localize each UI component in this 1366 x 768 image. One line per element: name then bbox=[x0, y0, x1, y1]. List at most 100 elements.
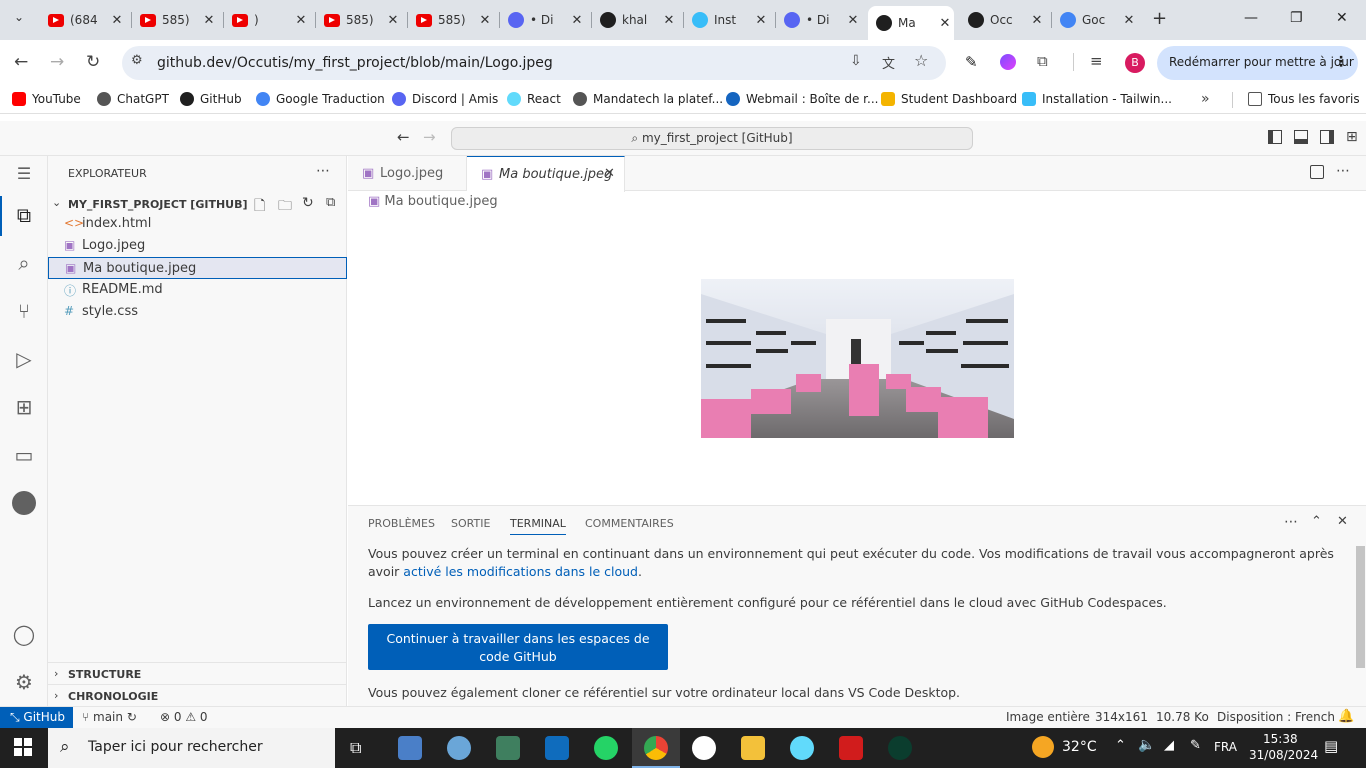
new-tab-button[interactable]: + bbox=[1152, 8, 1167, 29]
file-tree-item[interactable]: ⓘ README.md bbox=[48, 279, 347, 301]
close-window-icon[interactable]: ✕ bbox=[1336, 10, 1348, 26]
url-text[interactable]: github.dev/Occutis/my_first_project/blob… bbox=[157, 55, 553, 71]
clock-time[interactable]: 15:38 bbox=[1263, 732, 1298, 746]
file-tree-item[interactable]: <> index.html bbox=[48, 213, 347, 235]
image-zoom-status[interactable]: Image entière bbox=[1006, 710, 1090, 724]
file-tree-item[interactable]: ▣ Logo.jpeg bbox=[48, 235, 347, 257]
close-tab-icon[interactable]: ✕ bbox=[1028, 13, 1046, 28]
panel-tab[interactable]: SORTIE bbox=[451, 517, 490, 530]
cloud-changes-link[interactable]: activé les modifications dans le cloud bbox=[403, 564, 638, 579]
bookmark-star-icon[interactable]: ☆ bbox=[914, 51, 928, 70]
settings-gear-icon[interactable]: ⚙ bbox=[12, 670, 36, 694]
editor-tab-logo[interactable]: ▣ Logo.jpeg bbox=[348, 156, 467, 191]
bookmark-item[interactable]: YouTube bbox=[12, 92, 81, 106]
browser-tab[interactable]: ) ✕ bbox=[224, 6, 310, 34]
taskbar-react-icon[interactable] bbox=[790, 736, 814, 760]
bookmark-item[interactable]: Webmail : Boîte de r... bbox=[726, 92, 878, 106]
extension-copilot-icon[interactable] bbox=[1000, 54, 1016, 70]
search-icon[interactable]: ⌕ bbox=[12, 251, 36, 275]
outline-section-header[interactable]: › STRUCTURE bbox=[48, 662, 347, 684]
browser-tab[interactable]: khal ✕ bbox=[592, 6, 678, 34]
accounts-icon[interactable]: ◯ bbox=[12, 622, 36, 646]
reload-icon[interactable]: ↻ bbox=[86, 52, 100, 72]
nav-forward-icon[interactable]: → bbox=[423, 128, 436, 146]
remote-indicator[interactable]: ⤡ GitHub bbox=[0, 707, 73, 728]
install-app-icon[interactable]: ⇩ bbox=[850, 53, 862, 69]
more-bookmarks-icon[interactable]: » bbox=[1201, 91, 1210, 107]
menu-kebab-icon[interactable]: ⋮ bbox=[1334, 54, 1348, 70]
breadcrumb[interactable]: ▣ Ma boutique.jpeg bbox=[368, 194, 498, 209]
toggle-secondary-sidebar-icon[interactable] bbox=[1320, 130, 1334, 144]
close-tab-icon[interactable]: ✕ bbox=[292, 13, 310, 28]
editor-more-icon[interactable]: ⋯ bbox=[1336, 163, 1350, 179]
close-tab-icon[interactable]: ✕ bbox=[108, 13, 126, 28]
update-restart-button[interactable]: Redémarrer pour mettre à jour ⋮ bbox=[1157, 46, 1358, 80]
browser-tab[interactable]: Goc ✕ bbox=[1052, 6, 1138, 34]
minimize-icon[interactable]: — bbox=[1244, 10, 1258, 26]
close-panel-icon[interactable]: ✕ bbox=[1337, 514, 1348, 529]
taskbar-search-box[interactable]: ⌕ Taper ici pour rechercher bbox=[48, 728, 335, 768]
pen-icon[interactable]: ✎ bbox=[1190, 738, 1201, 753]
browser-tab[interactable]: Ma ✕ bbox=[868, 6, 954, 40]
browser-tab[interactable]: • Di ✕ bbox=[776, 6, 862, 34]
editor-tab-ma-boutique[interactable]: ▣ Ma boutique.jpeg ✕ bbox=[467, 156, 625, 192]
browser-tab[interactable]: 585) ✕ bbox=[408, 6, 494, 34]
refresh-icon[interactable]: ↻ bbox=[302, 195, 314, 211]
close-tab-icon[interactable]: ✕ bbox=[752, 13, 770, 28]
close-tab-icon[interactable]: ✕ bbox=[1120, 13, 1138, 28]
translate-icon[interactable]: 文 bbox=[882, 53, 895, 72]
remote-explorer-icon[interactable]: ▭ bbox=[12, 443, 36, 467]
input-language[interactable]: FRA bbox=[1214, 740, 1237, 754]
close-tab-icon[interactable]: ✕ bbox=[660, 13, 678, 28]
eyedropper-icon[interactable]: ✎ bbox=[965, 53, 978, 71]
explorer-files-icon[interactable]: ⧉ bbox=[12, 203, 36, 227]
taskbar-mongodb-icon[interactable] bbox=[888, 736, 912, 760]
omnibox[interactable]: ⚙ github.dev/Occutis/my_first_project/bl… bbox=[122, 46, 946, 80]
tab-search-button[interactable]: ⌄ bbox=[8, 10, 30, 30]
branch-indicator[interactable]: ⑂ main ↻ bbox=[82, 710, 137, 724]
sync-icon[interactable]: ↻ bbox=[123, 710, 137, 724]
source-control-icon[interactable]: ⑂ bbox=[12, 299, 36, 323]
taskbar-outlook-icon[interactable] bbox=[545, 736, 569, 760]
file-tree-item[interactable]: # style.css bbox=[48, 301, 347, 323]
close-tab-icon[interactable]: ✕ bbox=[844, 13, 862, 28]
site-info-icon[interactable]: ⚙ bbox=[131, 53, 143, 68]
file-tree-item[interactable]: ▣ Ma boutique.jpeg bbox=[48, 257, 347, 279]
browser-tab[interactable]: (684 ✕ bbox=[40, 6, 126, 34]
bookmark-item[interactable]: ChatGPT bbox=[97, 92, 169, 106]
bookmark-item[interactable]: Mandatech la platef... bbox=[573, 92, 723, 106]
taskbar-file-explorer-icon[interactable] bbox=[741, 736, 765, 760]
volume-icon[interactable]: 🔈 bbox=[1138, 737, 1155, 753]
close-tab-icon[interactable]: ✕ bbox=[568, 13, 586, 28]
github-icon[interactable] bbox=[12, 491, 36, 515]
panel-tab[interactable]: TERMINAL bbox=[510, 517, 566, 535]
browser-tab[interactable]: Inst ✕ bbox=[684, 6, 770, 34]
close-tab-icon[interactable]: ✕ bbox=[384, 13, 402, 28]
forward-icon[interactable]: → bbox=[50, 52, 64, 72]
nav-back-icon[interactable]: ← bbox=[397, 128, 410, 146]
action-center-icon[interactable]: ▤ bbox=[1324, 737, 1338, 755]
close-tab-icon[interactable]: ✕ bbox=[936, 16, 954, 31]
media-control-icon[interactable]: ≡ bbox=[1090, 52, 1103, 70]
taskbar-app-network-icon[interactable] bbox=[398, 736, 422, 760]
weather-temperature[interactable]: 32°C bbox=[1062, 739, 1097, 755]
taskbar-calculator-icon[interactable] bbox=[496, 736, 520, 760]
keyboard-layout-status[interactable]: Disposition : French bbox=[1217, 710, 1335, 724]
notifications-bell-icon[interactable]: 🔔 bbox=[1338, 709, 1354, 724]
tray-chevron-icon[interactable]: ⌃ bbox=[1115, 738, 1126, 753]
timeline-section-header[interactable]: › CHRONOLOGIE bbox=[48, 684, 347, 706]
extensions-icon[interactable]: ⊞ bbox=[12, 395, 36, 419]
back-icon[interactable]: ← bbox=[14, 52, 28, 72]
browser-tab[interactable]: Occ ✕ bbox=[960, 6, 1046, 34]
panel-scrollbar[interactable] bbox=[1356, 546, 1365, 668]
taskbar-github-icon[interactable] bbox=[692, 736, 716, 760]
browser-tab[interactable]: 585) ✕ bbox=[132, 6, 218, 34]
close-tab-icon[interactable]: ✕ bbox=[200, 13, 218, 28]
toggle-panel-icon[interactable] bbox=[1294, 130, 1308, 144]
close-tab-icon[interactable]: ✕ bbox=[604, 166, 615, 181]
command-center[interactable]: ⌕ my_first_project [GitHub] bbox=[451, 127, 973, 150]
network-icon[interactable]: ◢ bbox=[1164, 738, 1174, 753]
panel-tab[interactable]: COMMENTAIRES bbox=[585, 517, 674, 530]
windows-start-icon[interactable] bbox=[14, 738, 32, 756]
maximize-panel-icon[interactable]: ⌃ bbox=[1311, 514, 1322, 529]
